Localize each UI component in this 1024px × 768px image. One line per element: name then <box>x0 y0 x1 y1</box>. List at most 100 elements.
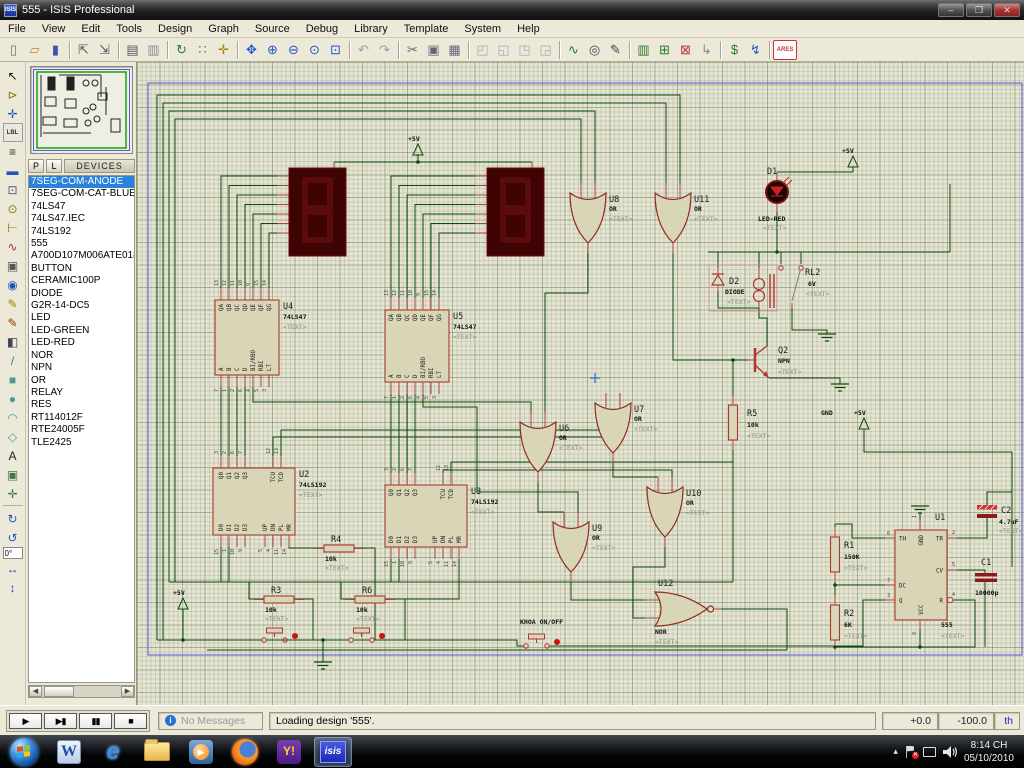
component-r2[interactable] <box>831 595 840 650</box>
library-button[interactable]: L <box>46 159 62 173</box>
device-item-74ls47.iec[interactable]: 74LS47.IEC <box>29 213 134 225</box>
device-item-rt114012f[interactable]: RT114012F <box>29 412 134 424</box>
menu-design[interactable]: Design <box>150 21 200 37</box>
device-item-7seg-com-cat-blue[interactable]: 7SEG-COM-CAT-BLUE <box>29 188 134 200</box>
device-item-7seg-com-anode[interactable]: 7SEG-COM-ANODE <box>29 176 134 188</box>
device-list-scrollbar[interactable]: ◀ ▶ <box>28 685 135 698</box>
subcircuit-mode-icon[interactable]: ⊡ <box>3 180 23 199</box>
zoom-area-button[interactable]: ⊡ <box>325 40 346 60</box>
search-tag-button[interactable]: ◎ <box>584 40 605 60</box>
rotate-anticlockwise-icon[interactable]: ↺ <box>3 528 23 547</box>
terminal-mode-icon[interactable]: ⊙ <box>3 199 23 218</box>
tape-recorder-mode-icon[interactable]: ▣ <box>3 256 23 275</box>
menu-help[interactable]: Help <box>509 21 548 37</box>
menu-edit[interactable]: Edit <box>73 21 108 37</box>
scroll-right-icon[interactable]: ▶ <box>121 686 134 697</box>
goto-sheet-button[interactable]: ↳ <box>696 40 717 60</box>
remove-sheet-button[interactable]: ⊠ <box>675 40 696 60</box>
component-r5[interactable] <box>729 395 738 450</box>
taskbar-clock[interactable]: 8:14 CH 05/10/2010 <box>964 739 1014 765</box>
component-u5[interactable]: QA13QB12QC11QD10QE9QF15QG14A7B1C2D6BI/RB… <box>384 290 477 399</box>
component-r4[interactable] <box>314 545 364 552</box>
menu-file[interactable]: File <box>0 21 34 37</box>
taskbar-app-yahoo[interactable]: Y! <box>270 737 308 767</box>
component-rl2-relay[interactable] <box>709 265 803 311</box>
mirror-horizontal-icon[interactable]: ↔ <box>3 559 23 578</box>
block-copy-button[interactable]: ◰ <box>472 40 493 60</box>
selection-tool-icon[interactable]: ↖ <box>3 66 23 85</box>
component-d2-diode[interactable] <box>712 274 724 285</box>
mirror-vertical-icon[interactable]: ↕ <box>3 578 23 597</box>
zoom-all-button[interactable]: ⊙ <box>304 40 325 60</box>
device-item-res[interactable]: RES <box>29 399 134 411</box>
redo-button[interactable]: ↷ <box>374 40 395 60</box>
device-item-or[interactable]: OR <box>29 375 134 387</box>
taskbar-app-ie[interactable]: e <box>94 737 132 767</box>
component-r6[interactable] <box>345 596 395 603</box>
device-item-ceramic100p[interactable]: CERAMIC100P <box>29 275 134 287</box>
marker-2d-icon[interactable]: ✛ <box>3 484 23 503</box>
power-terminal[interactable] <box>178 598 188 614</box>
title-bar[interactable]: ISIS 555 - ISIS Professional – ❐ ✕ <box>0 0 1024 20</box>
menu-source[interactable]: Source <box>247 21 298 37</box>
device-item-led[interactable]: LED <box>29 312 134 324</box>
wire[interactable] <box>708 172 1012 582</box>
undo-button[interactable]: ↶ <box>353 40 374 60</box>
component-u9[interactable]: U9OR<TEXT> <box>553 512 616 582</box>
menu-system[interactable]: System <box>456 21 509 37</box>
zoom-out-button[interactable]: ⊖ <box>283 40 304 60</box>
block-delete-button[interactable]: ◲ <box>535 40 556 60</box>
component-u1[interactable]: TH6DC7Q3TR2CV5R4GND1VCC8U1555<TEXT> <box>885 513 965 640</box>
component-u2[interactable]: Q03Q12Q26Q37TCU12TCD13D015D11D210D39UP5D… <box>213 448 326 555</box>
taskbar-app-wmp[interactable]: ▶ <box>182 737 220 767</box>
minimize-button[interactable]: – <box>938 3 964 17</box>
component-u3[interactable]: Q03Q12Q26Q37TCU12TCD13D015D11D210D39UP5D… <box>384 465 498 567</box>
component-c1-capacitor[interactable] <box>975 573 997 582</box>
component-u10[interactable]: U10OR<TEXT> <box>647 477 710 547</box>
box-2d-icon[interactable]: ■ <box>3 370 23 389</box>
text-2d-icon[interactable]: A <box>3 446 23 465</box>
new-sheet-button[interactable]: ⊞ <box>654 40 675 60</box>
menu-template[interactable]: Template <box>396 21 457 37</box>
taskbar-app-isis[interactable]: isis <box>314 737 352 767</box>
seven-segment-display-2[interactable] <box>487 168 544 256</box>
network-icon[interactable] <box>923 747 936 757</box>
device-item-relay[interactable]: RELAY <box>29 387 134 399</box>
ground-symbol[interactable] <box>818 334 836 341</box>
property-assignment-button[interactable]: ✎ <box>605 40 626 60</box>
ground-symbol[interactable] <box>911 506 929 513</box>
component-q2-transistor[interactable] <box>755 346 769 378</box>
menu-graph[interactable]: Graph <box>200 21 247 37</box>
device-item-led-green[interactable]: LED-GREEN <box>29 325 134 337</box>
menu-tools[interactable]: Tools <box>108 21 150 37</box>
open-design-button[interactable]: ▱ <box>24 40 45 60</box>
component-u11[interactable]: U11OR<TEXT> <box>655 183 718 253</box>
device-item-diode[interactable]: DIODE <box>29 288 134 300</box>
menu-library[interactable]: Library <box>346 21 396 37</box>
power-terminal[interactable] <box>413 144 423 160</box>
rotation-angle-input[interactable] <box>3 547 23 559</box>
wire-label-mode-icon[interactable]: LBL <box>3 123 23 142</box>
current-probe-mode-icon[interactable]: ✎ <box>3 313 23 332</box>
step-button[interactable]: ▶▮ <box>44 713 77 729</box>
component-u6[interactable]: U6OR<TEXT> <box>520 412 583 482</box>
schematic-canvas[interactable]: QA13QB12QC11QD10QE9QF15QG14A7B1C2D6BI/RB… <box>137 62 1024 705</box>
tray-expand-icon[interactable]: ▴ <box>893 746 898 757</box>
rotate-clockwise-icon[interactable]: ↻ <box>3 509 23 528</box>
component-r1[interactable] <box>831 527 840 582</box>
device-pin-mode-icon[interactable]: ⊢ <box>3 218 23 237</box>
stop-button[interactable]: ■ <box>114 713 147 729</box>
component-u4[interactable]: QA13QB12QC11QD10QE9QF15QG14A7B1C2D6BI/RB… <box>214 280 307 392</box>
volume-icon[interactable] <box>943 746 957 758</box>
bill-of-materials-button[interactable]: $ <box>724 40 745 60</box>
save-design-button[interactable]: ▮ <box>45 40 66 60</box>
symbol-2d-icon[interactable]: ▣ <box>3 465 23 484</box>
device-item-nor[interactable]: NOR <box>29 350 134 362</box>
component-c2-capacitor[interactable] <box>977 505 997 518</box>
pause-button[interactable]: ▮▮ <box>79 713 112 729</box>
electrical-rule-check-button[interactable]: ↯ <box>745 40 766 60</box>
menu-debug[interactable]: Debug <box>298 21 346 37</box>
pick-devices-button[interactable]: P <box>28 159 44 173</box>
arc-2d-icon[interactable]: ◠ <box>3 408 23 427</box>
component-u12[interactable]: U12NOR<TEXT> <box>645 579 721 646</box>
